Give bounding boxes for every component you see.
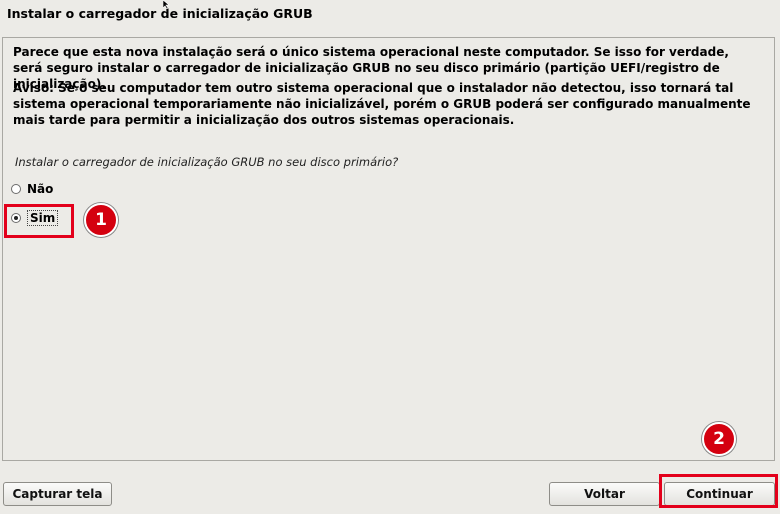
warning-paragraph: Aviso: Se o seu computador tem outro sis…: [13, 81, 751, 127]
step-badge-2: 2: [702, 422, 736, 456]
highlight-box-sim: [4, 204, 74, 238]
radio-option-nao[interactable]: Não: [11, 180, 53, 198]
back-button[interactable]: Voltar: [549, 482, 660, 506]
capture-screen-button[interactable]: Capturar tela: [3, 482, 112, 506]
content-panel: Parece que esta nova instalação será o ú…: [2, 37, 775, 461]
step-badge-1: 1: [84, 203, 118, 237]
radio-label-nao[interactable]: Não: [27, 182, 53, 196]
highlight-box-continue: [659, 474, 778, 508]
radio-unchecked-icon[interactable]: [11, 184, 21, 194]
mouse-cursor-icon: [163, 0, 170, 9]
window-title: Instalar o carregador de inicialização G…: [7, 6, 313, 21]
question-label: Instalar o carregador de inicialização G…: [15, 155, 399, 169]
